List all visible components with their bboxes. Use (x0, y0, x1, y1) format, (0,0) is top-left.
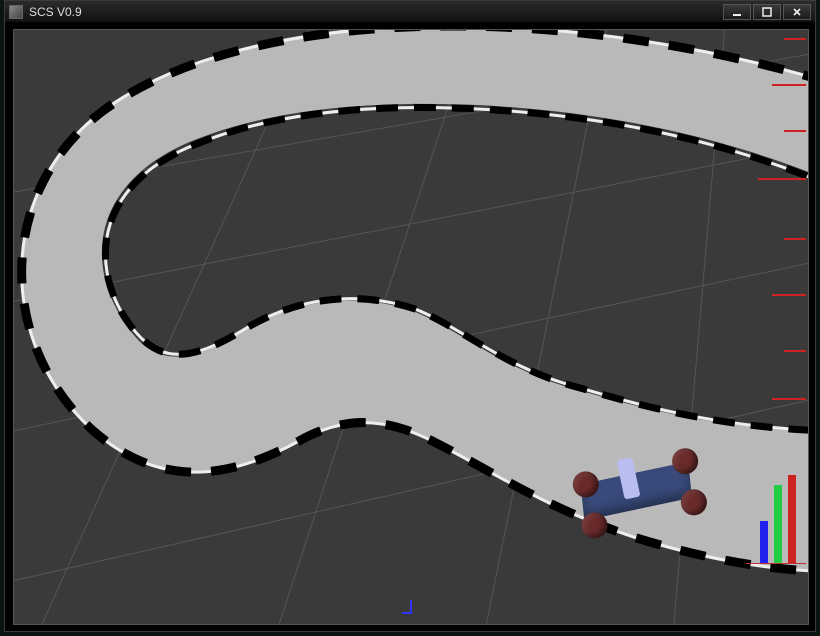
window-title: SCS V0.9 (29, 5, 723, 19)
axis-icon (402, 612, 410, 614)
axis-icon (410, 600, 412, 614)
window-controls (723, 4, 811, 20)
maximize-button[interactable] (753, 4, 781, 20)
app-window: SCS V0.9 (4, 0, 816, 632)
hud-bars (746, 444, 806, 564)
app-icon (9, 5, 23, 19)
hud-bar-baseline (746, 563, 806, 564)
hud-axis-indicator (398, 600, 424, 618)
client-area (5, 23, 815, 631)
scene-svg (14, 30, 808, 624)
viewport-3d[interactable] (13, 29, 809, 625)
titlebar[interactable]: SCS V0.9 (5, 1, 815, 23)
hud-bar-blue (760, 521, 768, 563)
hud-bar-green (774, 485, 782, 563)
close-button[interactable] (783, 4, 811, 20)
hud-bar-red (788, 475, 796, 563)
minimize-button[interactable] (723, 4, 751, 20)
